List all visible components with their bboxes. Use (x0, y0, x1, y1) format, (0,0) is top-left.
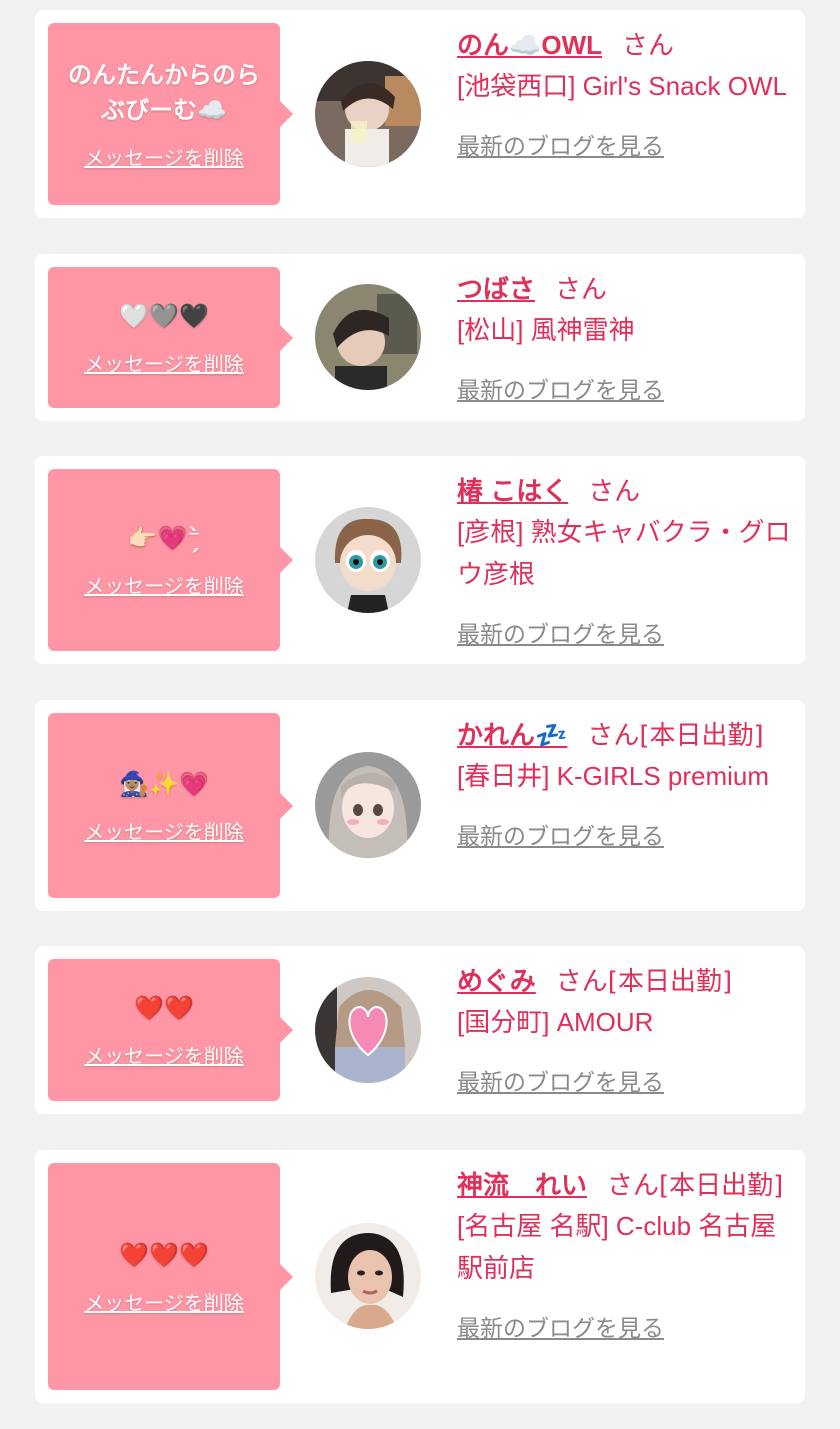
delete-message-link[interactable]: メッセージを削除 (84, 1287, 244, 1316)
cast-name-link[interactable]: つばさ (457, 274, 535, 304)
san-label: さん (555, 275, 608, 305)
avatar[interactable] (315, 1223, 421, 1329)
message-text: 🧙🏽‍♀️✨💗 (119, 770, 209, 798)
san-label: さん (622, 31, 675, 61)
message-bubble: ❤️❤️❤️ メッセージを削除 (48, 1163, 293, 1390)
message-text: 👉🏻💗⁻̗̀ (127, 525, 201, 552)
message-bubble: のんたんからのらぶびーむ☁️ メッセージを削除 (48, 23, 293, 205)
cast-info: かれん💤 さん[本日出勤] [春日井] K-GIRLS premium 最新のブロ… (457, 716, 797, 851)
avatar[interactable] (315, 284, 421, 390)
latest-blog-link[interactable]: 最新のブログを見る (457, 1309, 664, 1343)
message-card: 🤍🩶🖤 メッセージを削除 つばさ さん [松山] 風神雷神 最新のブログを見る (35, 254, 805, 421)
delete-message-link[interactable]: メッセージを削除 (84, 570, 244, 599)
cast-info: めぐみ さん[本日出勤] [国分町] AMOUR 最新のブログを見る (457, 962, 797, 1097)
cast-name-link[interactable]: 神流 れい (457, 1170, 587, 1200)
latest-blog-link[interactable]: 最新のブログを見る (457, 1063, 664, 1097)
shop-name: [名古屋 名駅] C-club 名古屋駅前店 (457, 1211, 777, 1283)
latest-blog-link[interactable]: 最新のブログを見る (457, 371, 664, 405)
cast-info: つばさ さん [松山] 風神雷神 最新のブログを見る (457, 270, 797, 405)
message-card: ❤️❤️ メッセージを削除 めぐみ さん[本日出勤] [国分町] AMOUR 最新… (35, 946, 805, 1114)
delete-message-link[interactable]: メッセージを削除 (84, 1040, 244, 1069)
cast-info: のん☁️OWL さん [池袋西口] Girl's Snack OWL 最新のブログ… (457, 26, 797, 161)
latest-blog-link[interactable]: 最新のブログを見る (457, 817, 664, 851)
message-bubble: 🤍🩶🖤 メッセージを削除 (48, 267, 293, 408)
avatar[interactable] (315, 752, 421, 858)
message-card: 👉🏻💗⁻̗̀ メッセージを削除 椿 こはくさん [彦根] 熟女キャバクラ・グロ (35, 456, 805, 664)
cast-info: 神流 れい さん[本日出勤] [名古屋 名駅] C-club 名古屋駅前店 最新の… (457, 1166, 797, 1343)
shop-name: [池袋西口] Girl's Snack OWL (457, 71, 788, 101)
delete-message-link[interactable]: メッセージを削除 (84, 816, 244, 845)
avatar[interactable] (315, 507, 421, 613)
status-label: [本日出勤] (659, 1171, 784, 1201)
cast-name-link[interactable]: 椿 こはく (457, 476, 568, 506)
shop-name: [国分町] AMOUR (457, 1007, 654, 1037)
san-label: さん (555, 967, 608, 997)
shop-name: [松山] 風神雷神 (457, 315, 635, 345)
san-label: さん (588, 477, 641, 507)
status-label: [本日出勤] (607, 967, 733, 997)
message-text: ❤️❤️❤️ (119, 1241, 209, 1269)
message-bubble: ❤️❤️ メッセージを削除 (48, 959, 293, 1101)
message-card: ❤️❤️❤️ メッセージを削除 神流 れい さん[本日出勤] [名古屋 名駅] C… (35, 1150, 805, 1403)
message-bubble: 🧙🏽‍♀️✨💗 メッセージを削除 (48, 713, 293, 898)
message-text: 🤍🩶🖤 (119, 302, 209, 330)
delete-message-link[interactable]: メッセージを削除 (84, 348, 244, 377)
cast-info: 椿 こはく さん [彦根] 熟女キャバクラ・グロウ彦根 最新のブログを見る (457, 472, 797, 649)
shop-name: [春日井] K-GIRLS premium (457, 761, 770, 791)
san-label: さん (607, 1171, 660, 1201)
avatar[interactable] (315, 977, 421, 1083)
message-card: のんたんからのらぶびーむ☁️ メッセージを削除 のん☁️OWL さん [池袋西口]… (35, 10, 805, 218)
message-list: のんたんからのらぶびーむ☁️ メッセージを削除 のん☁️OWL さん [池袋西口]… (0, 0, 840, 1429)
latest-blog-link[interactable]: 最新のブログを見る (457, 615, 664, 649)
avatar[interactable] (315, 61, 421, 167)
san-label: さん (587, 721, 640, 751)
cast-name-link[interactable]: めぐみ (457, 966, 536, 996)
message-text: のんたんからのらぶびーむ☁️ (68, 61, 260, 124)
message-card: 🧙🏽‍♀️✨💗 メッセージを削除 かれん💤 さん[本日出勤] [春日井] K-GI… (35, 700, 805, 911)
message-text: ❤️❤️ (134, 995, 194, 1022)
delete-message-link[interactable]: メッセージを削除 (84, 142, 244, 171)
cast-name-link[interactable]: のん☁️OWL (457, 30, 602, 60)
status-label: [本日出勤] (639, 721, 764, 751)
message-bubble: 👉🏻💗⁻̗̀ メッセージを削除 (48, 469, 293, 651)
shop-name: [彦根] 熟女キャバクラ・グロウ彦根 (457, 517, 791, 589)
cast-name-link[interactable]: かれん💤 (457, 720, 567, 750)
latest-blog-link[interactable]: 最新のブログを見る (457, 127, 664, 161)
